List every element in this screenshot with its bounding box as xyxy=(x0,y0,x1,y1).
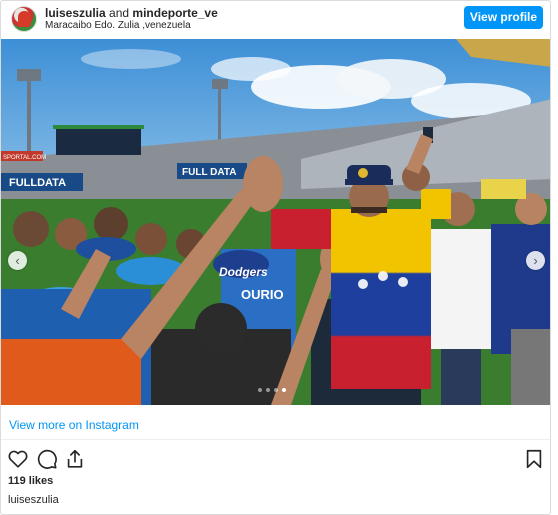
author-avatar[interactable] xyxy=(11,6,37,32)
share-icon[interactable] xyxy=(64,448,86,470)
carousel-dot xyxy=(282,388,286,392)
avatar-logo-icon xyxy=(18,11,31,27)
caption-username[interactable]: luiseszulia xyxy=(8,494,59,506)
carousel-indicator xyxy=(258,388,298,394)
carousel-next-button[interactable]: › xyxy=(526,251,545,270)
coauthor-username[interactable]: mindeporte_ve xyxy=(132,6,217,20)
post-location[interactable]: Maracaibo Edo. Zulia ,venezuela xyxy=(45,20,191,32)
view-more-link[interactable]: View more on Instagram xyxy=(9,418,139,432)
post-header: luiseszulia and mindeporte_ve Maracaibo … xyxy=(1,1,550,38)
author-username[interactable]: luiseszulia xyxy=(45,6,106,20)
bookmark-icon[interactable] xyxy=(523,448,545,470)
carousel-prev-button[interactable]: ‹ xyxy=(8,251,27,270)
chevron-left-icon: ‹ xyxy=(15,253,20,268)
carousel-dot xyxy=(266,388,270,392)
author-names: luiseszulia and mindeporte_ve xyxy=(45,6,218,20)
instagram-embed-card: luiseszulia and mindeporte_ve Maracaibo … xyxy=(0,0,551,515)
comment-icon[interactable] xyxy=(36,448,58,470)
jersey-text-cap: Dodgers xyxy=(219,265,268,279)
stadium-banner-center: FULL DATA xyxy=(182,167,236,178)
carousel-dot xyxy=(274,388,278,392)
view-profile-button[interactable]: View profile xyxy=(464,6,543,29)
likes-count[interactable]: 119 likes xyxy=(8,475,53,487)
divider xyxy=(1,439,550,440)
stadium-small-sign: SPORTAL.COM xyxy=(3,155,46,161)
post-photo[interactable]: FULLDATA FULL DATA SPORTAL.COM OURIO Dod… xyxy=(1,39,550,405)
stadium-banner-left: FULLDATA xyxy=(9,177,66,189)
post-actions xyxy=(1,448,550,470)
carousel-dot xyxy=(258,388,262,392)
photo-illustration: FULLDATA FULL DATA SPORTAL.COM OURIO Dod… xyxy=(1,39,550,405)
heart-icon[interactable] xyxy=(7,448,29,470)
chevron-right-icon: › xyxy=(533,253,538,268)
jersey-text-kid: OURIO xyxy=(241,287,284,302)
author-conjunction: and xyxy=(109,6,130,20)
